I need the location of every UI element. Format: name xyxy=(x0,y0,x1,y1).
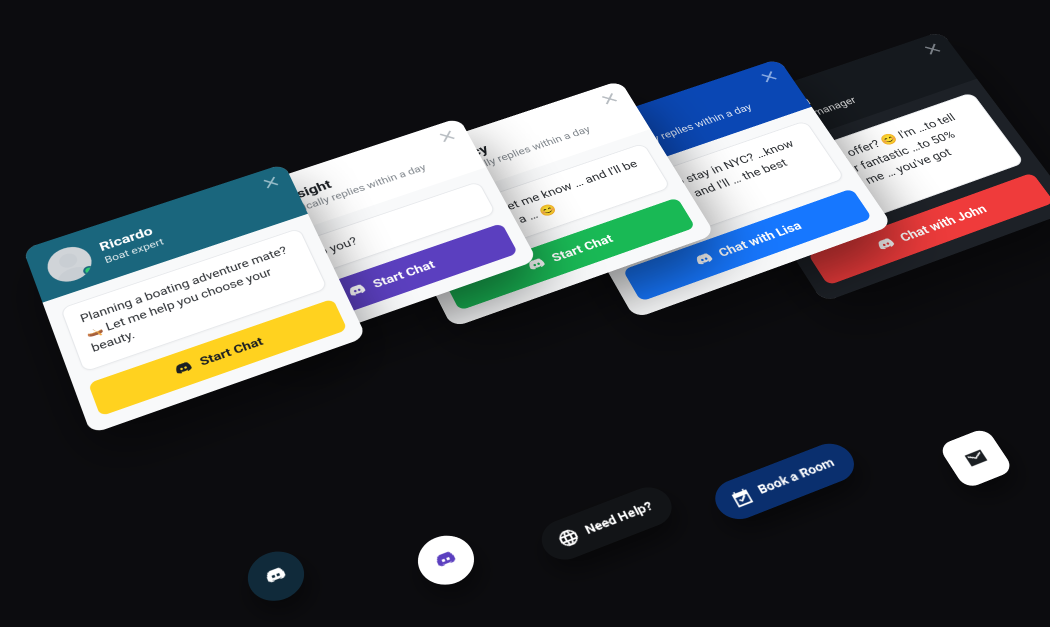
book-room-label: Book a Room xyxy=(755,456,837,497)
cta-label: Chat with John xyxy=(898,203,990,245)
cta-label: Start Chat xyxy=(198,335,265,369)
book-room-button[interactable]: Book a Room xyxy=(707,438,861,526)
discord-icon xyxy=(346,281,370,300)
need-help-button[interactable]: Need Help? xyxy=(535,481,680,566)
cta-label: Chat with Lisa xyxy=(716,219,804,260)
launcher-discord-dark[interactable] xyxy=(240,544,312,609)
close-icon[interactable] xyxy=(921,41,945,58)
cta-label: Start Chat xyxy=(550,233,616,266)
launcher-discord-purple[interactable] xyxy=(410,528,483,593)
close-icon[interactable] xyxy=(598,90,621,107)
discord-icon xyxy=(172,358,195,378)
close-icon[interactable] xyxy=(757,68,780,85)
avatar xyxy=(42,242,96,288)
globe-icon xyxy=(554,525,583,550)
calendar-icon xyxy=(727,485,757,510)
launcher-mail[interactable] xyxy=(938,427,1015,490)
discord-icon xyxy=(874,235,899,254)
close-icon[interactable] xyxy=(260,174,282,192)
discord-icon xyxy=(692,250,717,269)
need-help-label: Need Help? xyxy=(583,500,655,538)
cta-label: Start Chat xyxy=(371,258,437,291)
close-icon[interactable] xyxy=(436,128,459,145)
